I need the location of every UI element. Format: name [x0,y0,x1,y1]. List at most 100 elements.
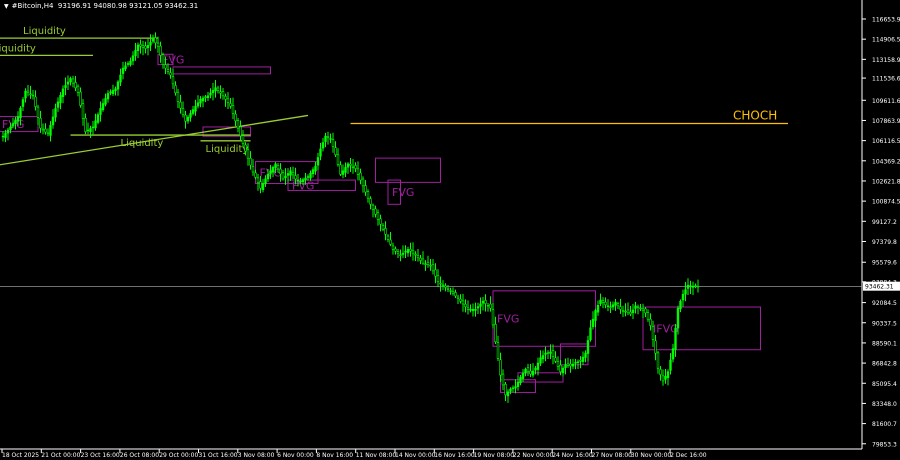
candle-body [191,109,195,114]
candle-body [416,255,420,259]
price-tick-label: 113158.9 [872,57,900,64]
price-tick-label: 104369.2 [872,158,900,165]
candle [141,40,145,56]
candle [109,89,112,96]
price-tick-label: 116653.9 [872,16,900,23]
price-tick-label: 90337.5 [872,320,897,327]
candle-body [339,164,342,175]
candle-body [419,257,422,261]
candle-body [654,340,657,354]
candle [404,245,407,259]
candle [696,279,700,293]
candle [646,309,650,322]
candle [589,320,592,342]
chart-header: ▼ #Bitcoin,H4 93196.91 94080.98 93121.05 … [4,2,198,10]
candle [334,141,337,158]
candle [511,385,515,393]
candle-body [129,60,132,65]
candle-body [169,72,172,76]
candle-body [9,126,12,131]
candle [584,350,587,363]
candle-body [74,82,77,89]
candle-body [209,92,212,96]
candle-body [34,96,37,107]
candle [634,301,637,314]
candle-body [611,304,615,308]
candle-body [649,318,652,326]
candle [349,157,352,173]
candle [149,34,152,52]
candle-body [626,309,630,314]
candle [99,101,102,122]
candle [61,85,65,104]
time-tick-label: 6 Nov 00:00 [277,452,314,459]
candle-body [59,95,62,104]
collapse-triangle-icon[interactable]: ▼ [4,3,9,10]
candle [171,68,175,89]
candle-body [674,328,677,350]
price-chart[interactable]: 116653.9 114906.5 113158.9 111536.6 109611.6… [0,0,900,460]
candle [86,122,90,134]
candle-body [299,180,302,183]
candle-body [544,352,547,355]
candle-body [469,309,472,311]
candle-body [379,218,382,225]
time-tick-label: 30 Nov 00:00 [631,452,672,459]
candle-body [281,172,285,180]
candle [666,369,670,386]
fvg-zone-label: FVG [497,313,519,326]
candle-body [489,303,492,309]
candle-body [456,296,460,299]
candle [59,92,62,110]
candle-body [84,117,87,132]
candle [96,112,100,125]
candle [504,381,507,402]
candle [499,352,502,382]
candle [476,302,480,314]
candle [39,110,42,133]
candle-body [316,157,320,166]
candle [94,113,97,131]
candle-body [634,305,637,309]
candle-body [286,173,290,176]
price-tick-label: 106116.5 [872,138,900,145]
candle-body [411,250,415,254]
candle-body [601,300,605,303]
candle-body [29,93,32,95]
candle-body [676,307,680,329]
candle-body [631,309,635,313]
time-tick-label: 24 Nov 16:00 [552,452,593,459]
candle [34,90,37,111]
candle [254,169,257,180]
candle [199,96,202,108]
candle-body [179,101,182,109]
candle-body [269,170,272,175]
candle-body [56,101,60,108]
candle-body [204,96,207,98]
candle-body [119,74,122,83]
candle-body [564,364,567,369]
candle [89,125,92,138]
candle [191,105,195,116]
candle-body [54,108,57,118]
candle-body [171,76,175,85]
candle-body [554,357,557,362]
symbol-label: #Bitcoin,H4 [11,2,54,10]
candle [311,167,315,178]
candle-body [141,45,145,48]
candle-body [599,299,602,305]
time-tick-label: 21 Oct 00:00 [41,452,80,459]
candle-body [314,165,317,172]
candle [71,75,75,88]
candle [539,350,542,367]
candle-body [494,324,497,342]
candle [379,214,382,232]
candle [526,363,530,376]
candle-body [621,310,625,312]
candle [614,299,617,311]
candle-body [641,308,645,311]
price-tick-label: 99127.2 [872,219,897,226]
candle [281,169,285,181]
chart-window[interactable]: 116653.9 114906.5 113158.9 111536.6 109611.6… [0,0,900,460]
candle [51,109,55,129]
